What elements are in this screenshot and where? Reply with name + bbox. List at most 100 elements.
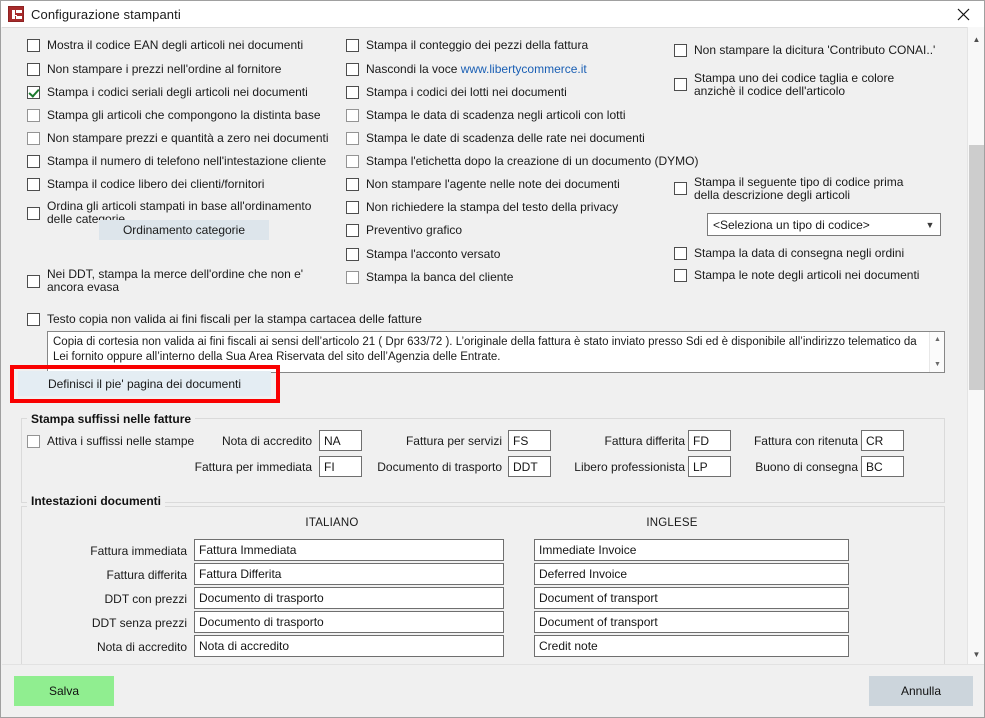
checkbox-stampa-data-scadenza-lotti[interactable]: Stampa le data di scadenza negli articol… [346, 108, 625, 122]
checkbox-box[interactable] [27, 275, 40, 288]
checkbox-box[interactable] [346, 109, 359, 122]
checkbox-box[interactable] [346, 248, 359, 261]
vertical-scrollbar[interactable]: ▲ ▼ [967, 27, 984, 666]
checkbox-stampa-articoli-distinta-base[interactable]: Stampa gli articoli che compongono la di… [27, 108, 321, 122]
code-type-select[interactable]: <Seleziona un tipo di codice> ▼ [707, 213, 941, 236]
label-ddt-con-prezzi: DDT con prezzi [104, 592, 187, 606]
chevron-down-icon[interactable]: ▼ [920, 220, 940, 230]
input-en-fattura-immediata[interactable]: Immediate Invoice [534, 539, 849, 561]
close-icon[interactable] [940, 1, 984, 27]
checkbox-label: Stampa il numero di telefono nell'intest… [47, 154, 327, 168]
checkbox-stampa-codici-seriali[interactable]: Stampa i codici seriali degli articoli n… [27, 85, 308, 99]
checkbox-box[interactable] [346, 132, 359, 145]
checkbox-label: Non stampare la dicitura 'Contributo CON… [694, 43, 936, 57]
checkbox-stampa-data-consegna-ordini[interactable]: Stampa la data di consegna negli ordini [674, 246, 904, 260]
checkbox-label: Stampa i codici dei lotti nei documenti [366, 85, 567, 99]
checkbox-label: Testo copia non valida ai fini fiscali p… [47, 312, 422, 326]
checkbox-label: Stampa le data di scadenza negli articol… [366, 108, 626, 122]
checkbox-box[interactable] [27, 435, 40, 448]
checkbox-ddt-merce-ordine-non-evasa[interactable]: Nei DDT, stampa la merce dell'ordine che… [27, 268, 317, 294]
input-it-nota-di-accredito[interactable]: Nota di accredito [194, 635, 504, 657]
input-suffisso-buono-consegna[interactable]: BC [861, 456, 904, 477]
checkbox-mostra-codice-ean[interactable]: Mostra il codice EAN degli articoli nei … [27, 38, 303, 52]
scroll-up-icon[interactable]: ▲ [968, 31, 984, 48]
checkbox-box[interactable] [27, 155, 40, 168]
checkbox-stampa-codice-libero-clienti[interactable]: Stampa il codice libero dei clienti/forn… [27, 177, 264, 191]
printer-configuration-window: Configurazione stampanti Mostra il codic… [0, 0, 985, 718]
checkbox-box[interactable] [346, 201, 359, 214]
save-button[interactable]: Salva [14, 676, 114, 706]
checkbox-stampa-conteggio-pezzi[interactable]: Stampa il conteggio dei pezzi della fatt… [346, 38, 588, 52]
input-en-ddt-senza-prezzi[interactable]: Document of transport [534, 611, 849, 633]
input-suffisso-nota-accredito[interactable]: NA [319, 430, 362, 451]
checkbox-stampa-date-scadenza-rate[interactable]: Stampa le date di scadenza delle rate ne… [346, 131, 645, 145]
checkbox-box[interactable] [27, 178, 40, 191]
checkbox-box[interactable] [27, 313, 40, 326]
checkbox-preventivo-grafico[interactable]: Preventivo grafico [346, 223, 462, 237]
input-suffisso-fattura-ritenuta[interactable]: CR [861, 430, 904, 451]
title-bar: Configurazione stampanti [1, 1, 984, 27]
checkbox-stampa-note-articoli[interactable]: Stampa le note degli articoli nei docume… [674, 268, 919, 282]
checkbox-non-richiedere-stampa-privacy[interactable]: Non richiedere la stampa del testo della… [346, 200, 618, 214]
suffissi-group-title: Stampa suffissi nelle fatture [27, 412, 196, 426]
settings-content: Mostra il codice EAN degli articoli nei … [2, 28, 958, 666]
checkbox-box[interactable] [346, 271, 359, 284]
checkbox-box[interactable] [27, 207, 40, 220]
checkbox-stampa-acconto-versato[interactable]: Stampa l'acconto versato [346, 247, 500, 261]
input-it-ddt-con-prezzi[interactable]: Documento di trasporto [194, 587, 504, 609]
checkbox-box[interactable] [346, 86, 359, 99]
scroll-down-icon[interactable]: ▼ [930, 358, 944, 371]
checkbox-label: Stampa l'etichetta dopo la creazione di … [366, 154, 699, 168]
checkbox-box[interactable] [346, 224, 359, 237]
checkbox-box[interactable] [27, 39, 40, 52]
checkbox-stampa-codici-lotti[interactable]: Stampa i codici dei lotti nei documenti [346, 85, 567, 99]
scroll-up-icon[interactable]: ▲ [930, 333, 944, 346]
checkbox-box[interactable] [674, 247, 687, 260]
checkbox-box[interactable] [674, 44, 687, 57]
code-type-value: <Seleziona un tipo di codice> [713, 217, 870, 232]
input-suffisso-fattura-immediata[interactable]: FI [319, 456, 362, 477]
input-en-nota-di-accredito[interactable]: Credit note [534, 635, 849, 657]
input-it-fattura-differita[interactable]: Fattura Differita [194, 563, 504, 585]
checkbox-stampa-etichetta-dymo[interactable]: Stampa l'etichetta dopo la creazione di … [346, 154, 698, 168]
input-it-fattura-immediata[interactable]: Fattura Immediata [194, 539, 504, 561]
definisci-pie-pagina-button[interactable]: Definisci il pie' pagina dei documenti [18, 371, 271, 396]
textarea-scrollbar[interactable]: ▲ ▼ [929, 332, 944, 372]
checkbox-non-stampare-prezzi-quantita-zero[interactable]: Non stampare prezzi e quantità a zero ne… [27, 131, 329, 145]
checkbox-stampa-tipo-codice-prima-descrizione[interactable]: Stampa il seguente tipo di codice prima … [674, 176, 924, 202]
checkbox-box[interactable] [346, 178, 359, 191]
checkbox-box[interactable] [346, 39, 359, 52]
checkbox-nascondi-voce-sito[interactable]: Nascondi la voce www.libertycommerce.it [346, 62, 587, 76]
checkbox-box[interactable] [27, 63, 40, 76]
cancel-button[interactable]: Annulla [869, 676, 973, 706]
label-nota-accredito-suffisso: Nota di accredito [221, 434, 312, 448]
input-suffisso-libero-professionista[interactable]: LP [688, 456, 731, 477]
checkbox-box[interactable] [346, 155, 359, 168]
checkbox-label: Stampa le date di scadenza delle rate ne… [366, 131, 645, 145]
checkbox-non-stampare-conai[interactable]: Non stampare la dicitura 'Contributo CON… [674, 43, 935, 57]
checkbox-stampa-telefono-intestazione-cliente[interactable]: Stampa il numero di telefono nell'intest… [27, 154, 326, 168]
input-suffisso-documento-trasporto[interactable]: DDT [508, 456, 551, 477]
checkbox-box[interactable] [674, 78, 687, 91]
libertycommerce-link[interactable]: www.libertycommerce.it [461, 62, 587, 76]
input-en-fattura-differita[interactable]: Deferred Invoice [534, 563, 849, 585]
checkbox-box[interactable] [27, 132, 40, 145]
input-it-ddt-senza-prezzi[interactable]: Documento di trasporto [194, 611, 504, 633]
fiscal-copy-textarea[interactable]: Copia di cortesia non valida ai fini fis… [47, 331, 945, 373]
scrollbar-thumb[interactable] [969, 145, 984, 390]
checkbox-testo-copia-non-valida[interactable]: Testo copia non valida ai fini fiscali p… [27, 312, 427, 326]
input-suffisso-fattura-servizi[interactable]: FS [508, 430, 551, 451]
scroll-down-icon[interactable]: ▼ [968, 646, 984, 663]
checkbox-box[interactable] [674, 182, 687, 195]
input-en-ddt-con-prezzi[interactable]: Document of transport [534, 587, 849, 609]
checkbox-non-stampare-agente-note[interactable]: Non stampare l'agente nelle note dei doc… [346, 177, 620, 191]
checkbox-box[interactable] [27, 86, 40, 99]
checkbox-box[interactable] [674, 269, 687, 282]
checkbox-non-stampare-prezzi-ordine-fornitore[interactable]: Non stampare i prezzi nell'ordine al for… [27, 62, 281, 76]
checkbox-stampa-banca-cliente[interactable]: Stampa la banca del cliente [346, 270, 513, 284]
checkbox-box[interactable] [27, 109, 40, 122]
checkbox-stampa-codice-taglia-colore[interactable]: Stampa uno dei codice taglia e colore an… [674, 72, 924, 98]
input-suffisso-fattura-differita[interactable]: FD [688, 430, 731, 451]
checkbox-box[interactable] [346, 63, 359, 76]
ordinamento-categorie-button[interactable]: Ordinamento categorie [99, 220, 269, 240]
